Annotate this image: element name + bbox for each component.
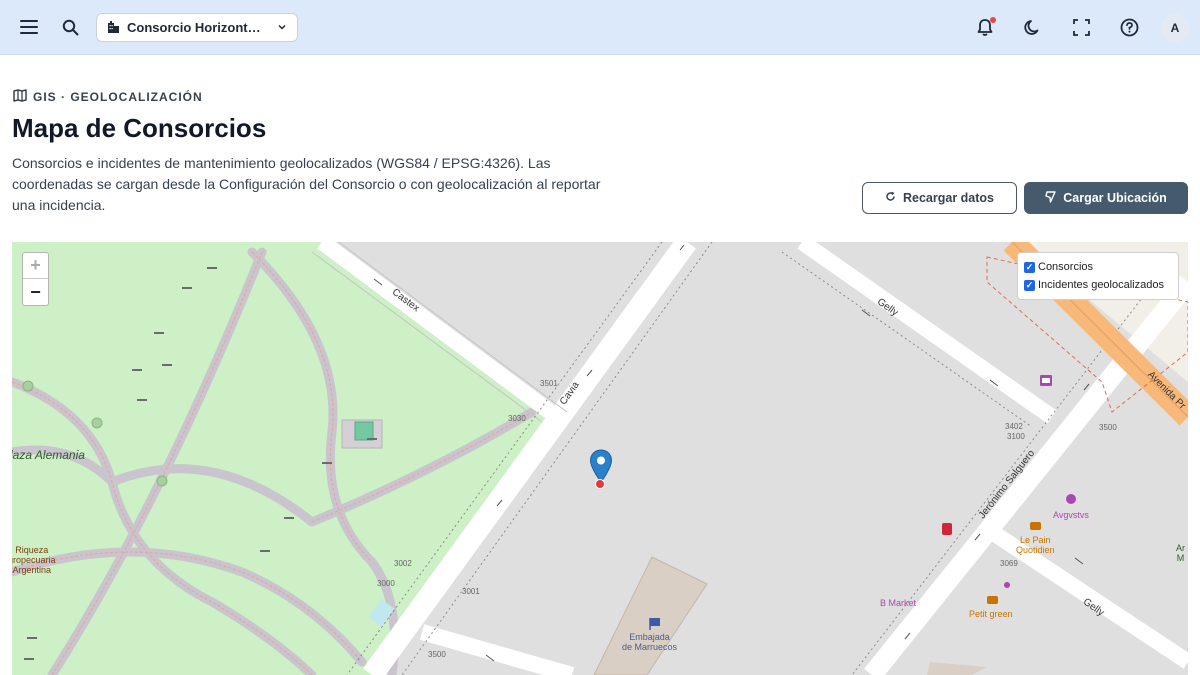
house-number: 3000	[377, 579, 395, 588]
house-number: 3069	[1000, 559, 1018, 568]
fullscreen-icon[interactable]	[1067, 13, 1095, 41]
layers-control: ✓ Consorcios ✓ Incidentes geolocalizados	[1017, 252, 1179, 300]
house-number: 3500	[1099, 423, 1117, 432]
notifications-bell-icon[interactable]	[971, 13, 999, 41]
place-label-edge: Ar M	[1176, 543, 1185, 563]
place-label-augustus: Avgvstvs	[1053, 510, 1089, 520]
checkbox-checked-icon[interactable]: ✓	[1024, 279, 1035, 291]
house-number: 3001	[462, 587, 480, 596]
user-avatar[interactable]: A	[1161, 14, 1189, 42]
layer-label-consortiums: Consorcios	[1038, 261, 1094, 273]
help-icon[interactable]	[1115, 13, 1143, 41]
page-description: Consorcios e incidentes de mantenimiento…	[12, 155, 601, 213]
reload-data-label: Recargar datos	[902, 191, 994, 205]
page-title: Mapa de Consorcios	[12, 113, 267, 143]
reload-data-button[interactable]: Recargar datos	[862, 182, 1017, 214]
map-container[interactable]: Castex Cavia Gelly Gelly Jerónimo Salgue…	[12, 242, 1188, 675]
refresh-icon	[885, 191, 896, 205]
layer-toggle-incidents[interactable]: ✓ Incidentes geolocalizados	[1024, 276, 1172, 294]
place-label-embajada: Embajada de Marruecos	[622, 632, 678, 652]
house-number: 3002	[394, 559, 412, 568]
dark-mode-moon-icon[interactable]	[1019, 13, 1047, 41]
zoom-out-button[interactable]: −	[23, 279, 48, 305]
map-icon	[13, 89, 27, 105]
notification-dot	[990, 17, 996, 23]
checkbox-checked-icon[interactable]: ✓	[1024, 261, 1035, 273]
consortium-selector[interactable]: Consorcio Horizonte ...	[96, 13, 298, 42]
house-number: 3500	[428, 650, 446, 659]
search-icon[interactable]	[56, 13, 84, 41]
house-number: 3501	[540, 379, 558, 388]
house-number: 3100	[1007, 432, 1025, 441]
top-bar: Consorcio Horizonte ... A	[0, 0, 1200, 55]
house-number: 3402	[1005, 422, 1023, 431]
zoom-control: + −	[22, 252, 49, 306]
eyebrow-label: GIS · GEOLOCALIZACIÓN	[33, 90, 203, 104]
place-label-plaza: laza Alemania	[12, 448, 85, 462]
place-label-b-market: B Market	[880, 598, 917, 608]
consortium-selector-label: Consorcio Horizonte ...	[127, 20, 267, 35]
load-location-button[interactable]: Cargar Ubicación	[1024, 182, 1188, 214]
section-eyebrow: GIS · GEOLOCALIZACIÓN	[13, 89, 203, 105]
layer-toggle-consortiums[interactable]: ✓ Consorcios	[1024, 258, 1172, 276]
place-label-riqueza: Riqueza gropecuaria Argentina	[12, 545, 56, 575]
house-number: 3030	[508, 414, 526, 423]
place-label-le-pain: Le Pain Quotidien	[1016, 535, 1055, 555]
location-arrow-icon	[1045, 190, 1056, 206]
menu-icon[interactable]	[15, 13, 43, 41]
chevron-down-icon	[277, 20, 287, 35]
building-icon	[107, 20, 120, 36]
incident-point[interactable]	[595, 479, 605, 489]
place-label-petit-green: Petit green	[969, 609, 1013, 619]
load-location-label: Cargar Ubicación	[1063, 191, 1167, 205]
zoom-in-button[interactable]: +	[23, 253, 48, 279]
layer-label-incidents: Incidentes geolocalizados	[1038, 279, 1164, 291]
